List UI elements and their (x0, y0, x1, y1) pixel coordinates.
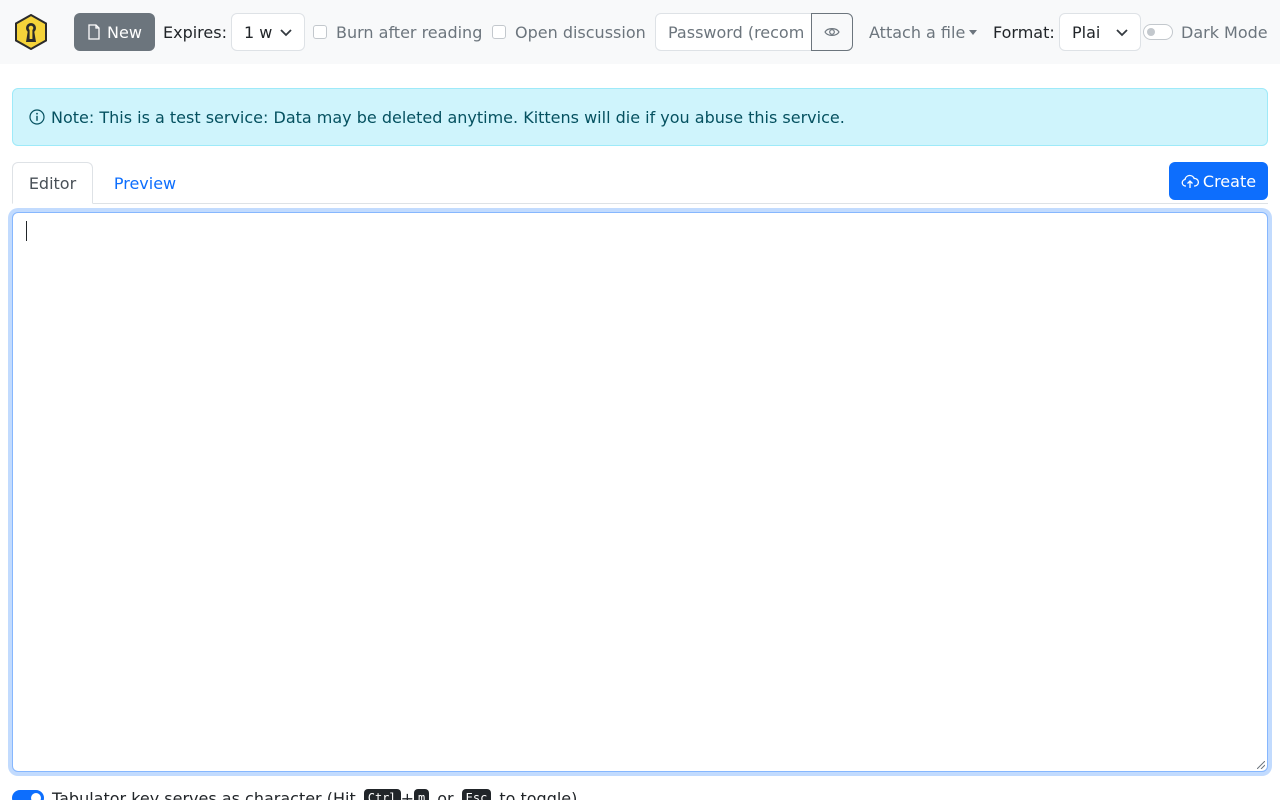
or-text: or (437, 788, 454, 800)
chevron-down-icon (1116, 29, 1128, 37)
create-button-label: Create (1202, 171, 1257, 191)
tab-key-toggle[interactable] (12, 790, 44, 800)
m-key: m (414, 789, 430, 800)
chevron-down-icon (280, 29, 292, 37)
ctrl-key: Ctrl (363, 789, 401, 800)
open-discussion-option[interactable]: Open discussion (492, 20, 646, 44)
format-select[interactable]: Plai (1059, 13, 1141, 51)
test-service-alert: Note: This is a test service: Data may b… (12, 88, 1268, 146)
expires-value: 1 w (244, 22, 272, 42)
top-navbar: New Expires: 1 w Burn after reading Open… (0, 0, 1280, 64)
password-input[interactable]: Password (recom (655, 13, 812, 51)
format-value: Plai (1072, 22, 1101, 42)
alert-text: Note: This is a test service: Data may b… (51, 107, 845, 127)
tab-key-option: Tabulator key serves as character (Hit C… (12, 786, 577, 800)
tab-editor[interactable]: Editor (12, 162, 93, 204)
tab-key-text-before: Tabulator key serves as character (Hit (52, 788, 356, 800)
expires-label: Expires: (163, 22, 227, 42)
password-group: Password (recom (655, 13, 853, 51)
password-placeholder: Password (recom (668, 23, 805, 42)
attach-file-dropdown[interactable]: Attach a file (869, 20, 978, 44)
eye-icon (824, 28, 840, 36)
caret-down-icon (969, 29, 978, 35)
burn-after-reading-option[interactable]: Burn after reading (313, 20, 482, 44)
burn-after-reading-label: Burn after reading (336, 22, 483, 42)
plus-sign: + (400, 788, 415, 800)
esc-key: Esc (461, 789, 492, 800)
open-discussion-checkbox[interactable] (492, 25, 506, 39)
info-circle-icon (29, 109, 45, 125)
dark-mode-option[interactable]: Dark Mode (1143, 20, 1268, 44)
message-editor[interactable] (12, 212, 1268, 772)
dark-mode-label: Dark Mode (1181, 22, 1268, 42)
new-paste-button[interactable]: New (74, 13, 155, 51)
attach-file-label: Attach a file (869, 22, 966, 42)
burn-after-reading-checkbox[interactable] (313, 25, 327, 39)
dark-mode-toggle[interactable] (1143, 24, 1173, 40)
tab-preview[interactable]: Preview (93, 162, 197, 204)
file-icon (88, 24, 100, 40)
keyhole-shield-icon[interactable] (13, 14, 49, 50)
open-discussion-label: Open discussion (515, 22, 646, 42)
cloud-upload-icon (1181, 174, 1199, 188)
text-cursor (26, 221, 27, 241)
show-password-button[interactable] (811, 13, 853, 51)
new-button-label: New (107, 22, 142, 42)
format-label: Format: (993, 22, 1055, 42)
tab-key-text-after: to toggle) (499, 788, 578, 800)
resize-handle-icon[interactable] (1257, 761, 1265, 769)
create-button[interactable]: Create (1169, 162, 1268, 200)
editor-tabs: Editor Preview (12, 156, 1268, 204)
expires-select[interactable]: 1 w (231, 13, 305, 51)
